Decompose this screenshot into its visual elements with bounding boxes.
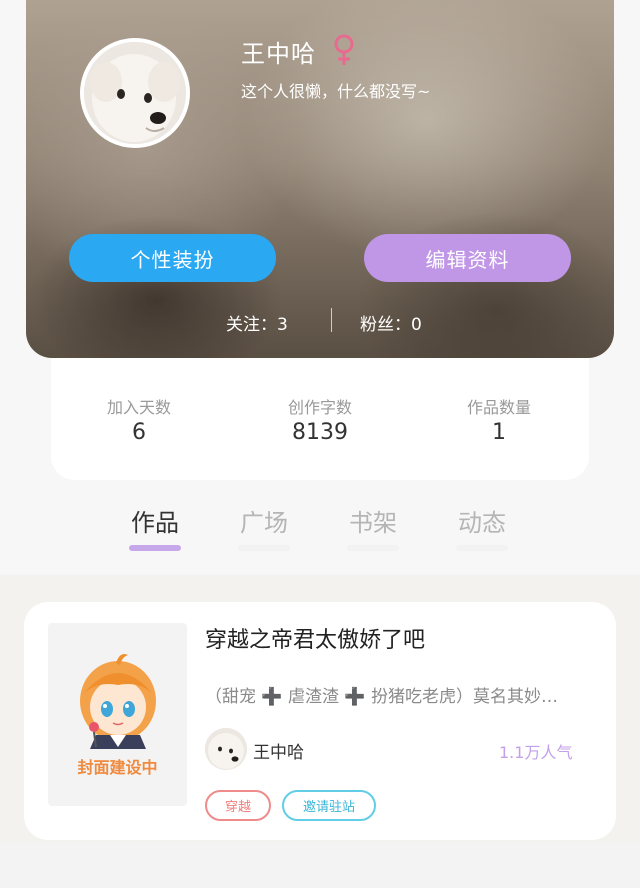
stat-value: 8139 [292,420,348,445]
stats-card: 加入天数 6 创作字数 8139 作品数量 1 [51,358,589,480]
tag-time-travel[interactable]: 穿越 [205,790,271,821]
stat-join-days: 加入天数 6 [59,394,219,445]
cover-placeholder-text: 封面建设中 [77,758,158,777]
profile-header: 王中哈 这个人很懒，什么都没写~ 个性装扮 编辑资料 关注：3 粉丝：0 [26,0,614,358]
female-icon [332,34,356,66]
tab-underline [456,545,508,551]
work-card[interactable]: 封面建设中 穿越之帝君太傲娇了吧 （甜宠 ➕ 虐渣渣 ➕ 扮猪吃老虎）莫名其妙…… [24,602,616,840]
tab-square[interactable]: 广场 [224,503,304,551]
user-name: 王中哈 [241,40,316,68]
user-bio: 这个人很懒，什么都没写~ [241,82,431,101]
stat-label: 创作字数 [287,398,352,417]
stat-label: 加入天数 [106,398,171,417]
anime-girl-icon [80,654,156,749]
followers-count[interactable]: 粉丝：0 [360,310,422,335]
user-avatar[interactable] [80,38,190,148]
tab-bookshelf[interactable]: 书架 [333,503,413,551]
tab-label: 广场 [240,509,288,537]
tab-label: 书架 [349,509,397,537]
tab-label: 动态 [458,509,506,537]
stat-value: 6 [132,420,146,445]
work-title[interactable]: 穿越之帝君太傲娇了吧 [205,622,425,654]
following-count[interactable]: 关注：3 [226,310,288,335]
customize-button[interactable]: 个性装扮 [69,234,276,282]
author-avatar[interactable] [205,728,247,770]
follow-stats: 关注：3 粉丝：0 [26,308,614,335]
stat-word-count: 创作字数 8139 [240,394,400,445]
tab-underline [347,545,399,551]
profile-tabs: 作品 广场 书架 动态 [0,500,640,560]
tab-underline [129,545,181,551]
tab-label: 作品 [131,509,179,537]
tab-works[interactable]: 作品 [115,503,195,551]
popularity-count: 1.1万人气 [499,743,573,762]
tab-underline [238,545,290,551]
tag-invite-resident[interactable]: 邀请驻站 [282,790,376,821]
stat-works-count: 作品数量 1 [419,394,579,445]
edit-profile-button[interactable]: 编辑资料 [364,234,571,282]
stat-label: 作品数量 [466,398,531,417]
work-description: （甜宠 ➕ 虐渣渣 ➕ 扮猪吃老虎）莫名其妙… [205,687,558,707]
author-name: 王中哈 [253,743,304,763]
work-cover[interactable]: 封面建设中 [48,623,187,806]
bottom-area [0,842,640,888]
dog-avatar-image [84,42,186,144]
dog-avatar-image [205,728,247,770]
tab-activity[interactable]: 动态 [442,503,522,551]
stat-value: 1 [492,420,506,445]
follow-divider [331,308,332,332]
